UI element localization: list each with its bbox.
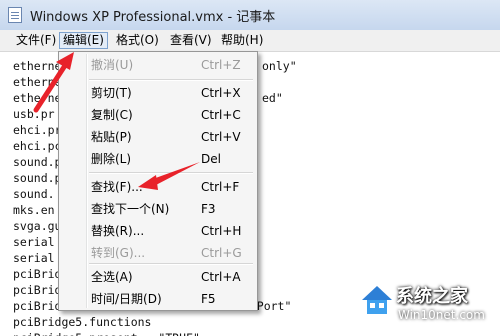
edit-menu-item[interactable]: 撤消(U) Ctrl+Z [61, 54, 255, 76]
menu-item-shortcut: Ctrl+V [201, 130, 241, 144]
text-line: etherne [13, 59, 62, 73]
menu-item-label: 查找下一个(N) [91, 202, 170, 216]
menu-item-label: 查找(F)... [91, 180, 143, 194]
edit-menu-item[interactable]: 剪切(T) Ctrl+X [61, 82, 255, 104]
text-line: pciBrid [13, 299, 62, 313]
menu-item-shortcut: Ctrl+G [201, 246, 242, 260]
edit-menu-item[interactable]: 替换(R)... Ctrl+H [61, 220, 255, 242]
menu-item-shortcut: Ctrl+F [201, 180, 240, 194]
menu-separator [89, 172, 253, 174]
text-line: pciBrid [13, 283, 62, 297]
edit-menu-item[interactable]: 全选(A) Ctrl+A [61, 266, 255, 288]
text-line: mks.en [13, 203, 55, 217]
edit-menu-item[interactable]: 时间/日期(D) F5 [61, 288, 255, 310]
watermark-title: 系统之家 [396, 286, 468, 307]
menu-edit[interactable]: 编辑(E) [59, 32, 108, 49]
text-line: ehci.pc [13, 139, 62, 153]
menu-item-shortcut: Ctrl+Z [201, 58, 241, 72]
menu-file[interactable]: 文件(F) [13, 32, 59, 49]
menu-format[interactable]: 格式(O) [113, 32, 162, 49]
menu-item-label: 替换(R)... [91, 224, 145, 238]
notepad-icon [8, 7, 22, 23]
text-line: ehci.pr [13, 123, 62, 137]
edit-menu-item[interactable]: 转到(G)... Ctrl+G [61, 242, 255, 264]
menu-item-shortcut: Ctrl+H [201, 224, 242, 238]
menu-item-label: 剪切(T) [91, 86, 132, 100]
watermark-url: Win10net.com [398, 308, 485, 322]
text-line: serial [13, 235, 55, 249]
text-line: pciBridge5.present = "TRUE" [13, 330, 200, 336]
text-line: etherne [13, 91, 62, 105]
menu-bar: 文件(F) 编辑(E) 格式(O) 查看(V) 帮助(H) [0, 30, 500, 52]
text-line-tail: ed" [262, 91, 283, 105]
menu-item-shortcut: F3 [201, 202, 216, 216]
menu-item-shortcut: Ctrl+C [201, 108, 241, 122]
house-logo-icon [362, 286, 392, 314]
menu-separator [89, 79, 253, 81]
edit-menu-item[interactable]: 删除(L) Del [61, 148, 255, 170]
text-line: sound.p [13, 171, 62, 185]
edit-menu-item[interactable]: 查找下一个(N) F3 [61, 198, 255, 220]
text-line: pciBrid [13, 267, 62, 281]
menu-item-shortcut: Ctrl+A [201, 270, 241, 284]
text-line: sound. [13, 187, 55, 201]
menu-help[interactable]: 帮助(H) [218, 32, 266, 49]
edit-dropdown-menu: 撤消(U) Ctrl+Z 剪切(T) Ctrl+X 复制(C) Ctrl+C 粘贴(P) Ct… [58, 51, 258, 311]
menu-item-label: 撤消(U) [91, 58, 134, 72]
text-line: svga.gu [13, 219, 62, 233]
edit-menu-item[interactable]: 粘贴(P) Ctrl+V [61, 126, 255, 148]
text-line: sound.p [13, 155, 62, 169]
text-line: pciBridge5.functions [13, 315, 152, 329]
text-line: usb.pr [13, 107, 55, 121]
watermark: 系统之家 Win10net.com [358, 280, 498, 334]
window-title: Windows XP Professional.vmx - 记事本 [30, 10, 276, 25]
menu-item-label: 复制(C) [91, 108, 133, 122]
menu-item-label: 转到(G)... [91, 246, 146, 260]
menu-view[interactable]: 查看(V) [167, 32, 215, 49]
text-line-tail: only" [262, 59, 297, 73]
menu-item-shortcut: Del [201, 152, 221, 166]
menu-item-shortcut: F5 [201, 292, 216, 306]
menu-item-shortcut: Ctrl+X [201, 86, 241, 100]
text-line: etherne [13, 75, 62, 89]
edit-menu-item[interactable]: 查找(F)... Ctrl+F [61, 176, 255, 198]
title-bar: Windows XP Professional.vmx - 记事本 [0, 0, 500, 31]
text-line: serial [13, 251, 55, 265]
edit-menu-item[interactable]: 复制(C) Ctrl+C [61, 104, 255, 126]
menu-item-label: 删除(L) [91, 152, 132, 166]
menu-item-label: 全选(A) [91, 270, 133, 284]
menu-item-label: 时间/日期(D) [91, 292, 162, 306]
menu-item-label: 粘贴(P) [91, 130, 132, 144]
